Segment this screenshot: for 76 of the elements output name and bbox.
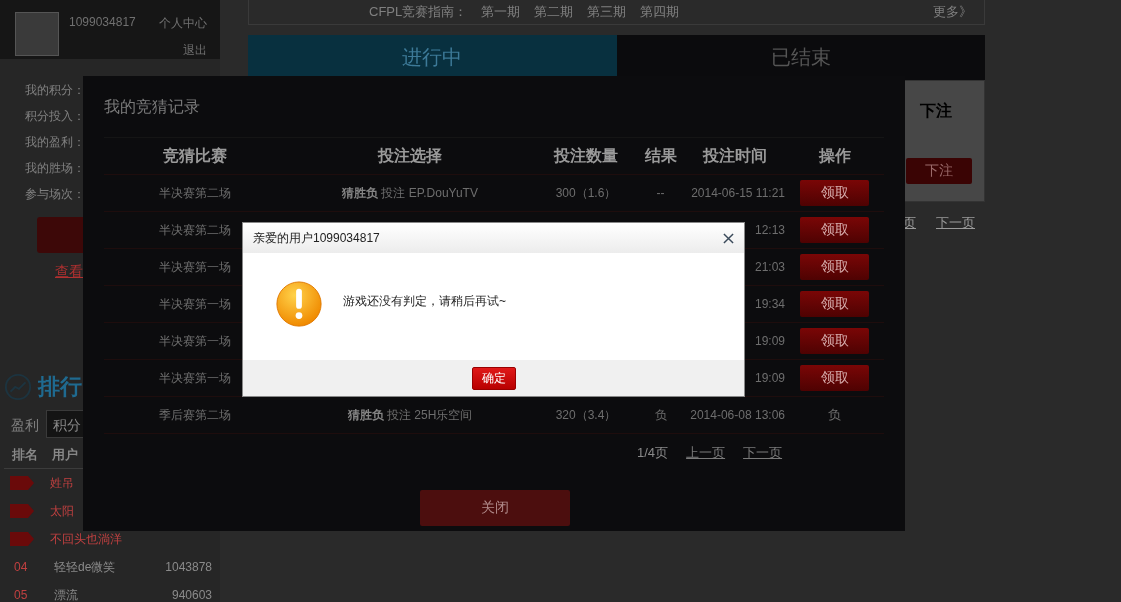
user-name: 不回头也淌洋 <box>50 530 123 548</box>
table-cell: 半决赛第二场 <box>158 222 231 237</box>
table-cell-text: 12:13 <box>753 223 785 237</box>
more-link[interactable]: 更多》 <box>933 3 972 21</box>
stat-label: 积分投入： <box>25 108 85 125</box>
table-cell: 半决赛第一场 <box>158 333 231 348</box>
table-cell: 负 <box>828 406 841 424</box>
table-cell-text: 320（3.4） <box>554 406 618 424</box>
table-cell-text: 19:34 <box>753 297 785 311</box>
dialog-title: 我的竞猜记录 <box>104 97 201 117</box>
table-cell-text: 猜胜负 投注 EP.DouYuTV <box>341 184 479 202</box>
table-cell-text: 300（1.6） <box>554 184 618 202</box>
close-button[interactable]: 关闭 <box>420 490 570 526</box>
warning-icon <box>275 280 323 330</box>
user-name: 太阳 <box>50 502 75 520</box>
guide-link[interactable]: 第二期 <box>534 3 574 21</box>
ranking-tab[interactable]: 盈利 <box>4 410 46 438</box>
page-link[interactable]: 下一页 <box>936 214 975 232</box>
claim-button[interactable]: 领取 <box>800 254 869 280</box>
table-cell-text: 2014-06-15 11:21 <box>690 186 785 200</box>
claim-button[interactable]: 领取 <box>800 328 869 354</box>
prev-page-link[interactable]: 上一页 <box>686 444 726 462</box>
bet-button[interactable]: 下注 <box>906 158 972 184</box>
table-cell: 半决赛第一场 <box>158 259 231 274</box>
username: 1099034817 <box>69 15 136 31</box>
column-header: 投注数量 <box>552 145 619 166</box>
column-header: 竞猜比赛 <box>161 145 228 166</box>
stat-label: 我的积分： <box>25 82 85 99</box>
table-cell-text: 19:09 <box>753 371 785 385</box>
table-cell-text: -- <box>655 186 666 200</box>
stat-label: 我的盈利： <box>25 134 85 151</box>
avatar-placeholder <box>15 12 59 56</box>
column-header: 操作 <box>817 145 852 166</box>
table-cell-text: 21:03 <box>753 260 785 274</box>
guide-link[interactable]: 第三期 <box>587 3 627 21</box>
user-name: 姓吊 <box>50 474 75 492</box>
column-header: 投注选择 <box>376 145 443 166</box>
status-tab[interactable]: 已结束 <box>616 35 985 80</box>
claim-button[interactable]: 领取 <box>800 217 869 243</box>
profile-link[interactable]: 个人中心 <box>159 15 207 32</box>
trend-chart-icon <box>4 373 32 401</box>
guide-link[interactable]: 第四期 <box>640 3 680 21</box>
column-header: 投注时间 <box>701 145 768 166</box>
user-name: 轻轻de微笑 <box>54 558 117 576</box>
guide-label: CFPL竞赛指南： <box>369 3 468 21</box>
page-info: 1/4页 <box>637 444 669 462</box>
claim-button[interactable]: 领取 <box>800 291 869 317</box>
table-cell: 季后赛第二场 <box>158 407 231 422</box>
stat-label: 我的胜场： <box>25 160 85 177</box>
rank-number: 05 <box>13 588 29 602</box>
claim-button[interactable]: 领取 <box>800 180 869 206</box>
table-cell-text: 猜胜负 投注 25H乐空间 <box>346 406 474 424</box>
score-value: 1043878 <box>165 560 212 574</box>
table-cell: 半决赛第一场 <box>158 296 231 311</box>
column-header: 下注 <box>920 100 952 121</box>
ranking-title: 排行 <box>38 373 82 401</box>
view-link[interactable]: 查看 <box>55 263 83 281</box>
user-name: 漂流 <box>54 586 79 602</box>
ok-button[interactable]: 确定 <box>471 366 516 390</box>
column-header: 用户 <box>52 446 78 464</box>
table-cell-text: 2014-06-08 13:06 <box>689 408 785 422</box>
close-icon[interactable] <box>723 232 734 244</box>
rank-number: 04 <box>13 560 29 574</box>
table-cell: 半决赛第一场 <box>158 370 231 385</box>
score-value: 940603 <box>171 588 212 602</box>
table-cell-text: 负 <box>653 406 668 424</box>
logout-link[interactable]: 退出 <box>183 42 207 59</box>
next-page-link[interactable]: 下一页 <box>743 444 783 462</box>
stat-label: 参与场次： <box>25 186 85 203</box>
table-cell-text: 19:09 <box>753 334 785 348</box>
table-cell: 半决赛第二场 <box>158 185 231 200</box>
dialog-title: 亲爱的用户1099034817 <box>253 229 380 247</box>
column-header: 结果 <box>643 145 678 166</box>
claim-button[interactable]: 领取 <box>800 365 869 391</box>
column-header: 排名 <box>12 446 38 464</box>
alert-message: 游戏还没有判定，请稍后再试~ <box>343 293 506 310</box>
